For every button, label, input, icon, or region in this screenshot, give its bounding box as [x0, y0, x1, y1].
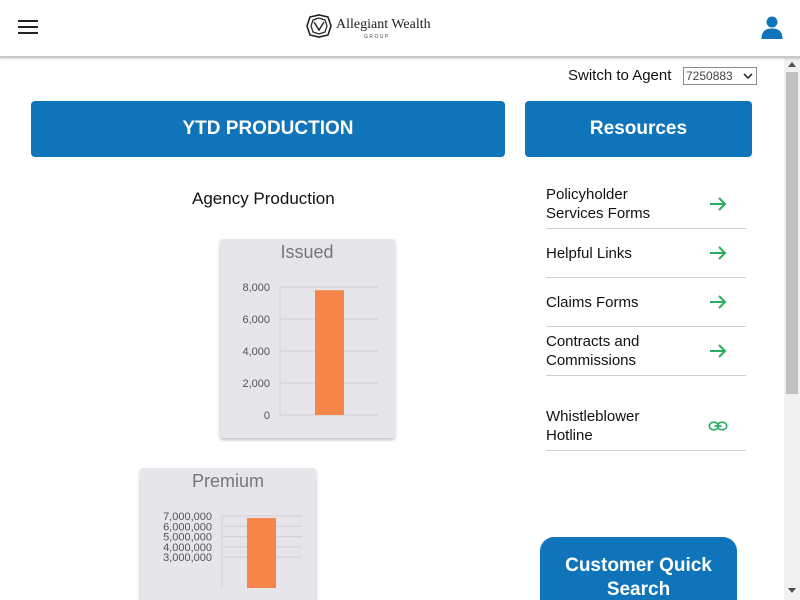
agent-select-value: 7250883: [686, 69, 733, 83]
logo-emblem-icon: [306, 14, 332, 38]
scroll-up-arrow-icon[interactable]: [788, 62, 796, 67]
resource-item-helpful-links[interactable]: Helpful Links: [546, 229, 746, 278]
page-scrollbar[interactable]: [784, 58, 800, 600]
ytd-production-header[interactable]: YTD PRODUCTION: [31, 101, 505, 157]
resource-item-label: Policyholder Services Forms: [546, 186, 651, 222]
switch-agent-label: Switch to Agent: [568, 67, 672, 84]
agent-select-dropdown[interactable]: 7250883: [683, 67, 757, 85]
chart-bar: [247, 518, 276, 588]
premium-chart-card: Premium 3,000,000 4,000,000 5,000,000 6,000,…: [140, 468, 316, 600]
resource-item-label: Helpful Links: [546, 245, 632, 262]
y-tick-label: 2,000: [242, 378, 270, 390]
y-tick-label: 5,000,000: [163, 532, 212, 544]
issued-chart: Issued 0 2,000 4,000 6,000 8,000: [242, 242, 378, 422]
customer-quick-search-button[interactable]: Customer Quick Search: [540, 537, 737, 600]
scrollbar-thumb[interactable]: [786, 72, 798, 394]
agency-production-title: Agency Production: [192, 189, 335, 208]
premium-chart: Premium 3,000,0004,000,0005,000,0006,000,…: [163, 471, 302, 588]
chart-bar: [315, 290, 344, 415]
resource-item-label: Whistleblower Hotline: [546, 408, 640, 444]
resource-item-whistleblower-hotline[interactable]: Whistleblower Hotline: [546, 376, 746, 451]
resource-item-contracts-commissions[interactable]: Contracts and Commissions: [546, 327, 746, 376]
scroll-down-arrow-icon[interactable]: [788, 588, 796, 593]
y-tick-label: 4,000,000: [163, 542, 212, 554]
arrow-right-icon: [710, 344, 727, 358]
resource-item-policyholder-forms[interactable]: Policyholder Services Forms: [546, 180, 746, 229]
user-account-icon[interactable]: [760, 15, 784, 39]
link-icon: [708, 421, 728, 431]
chevron-down-icon: [743, 73, 753, 80]
arrow-right-icon: [710, 295, 727, 309]
resource-item-claims-forms[interactable]: Claims Forms: [546, 278, 746, 327]
company-logo[interactable]: Allegiant Wealth GROUP: [306, 14, 431, 42]
resource-item-label: Contracts and Commissions: [546, 333, 640, 369]
y-tick-label: 3,000,000: [163, 552, 212, 564]
logo-text: Allegiant Wealth: [336, 17, 431, 32]
top-navigation-bar: Allegiant Wealth GROUP: [0, 0, 800, 58]
y-tick-label: 4,000: [242, 346, 270, 358]
issued-chart-card: Issued 0 2,000 4,000 6,000 8,000: [220, 239, 395, 438]
chart-title: Issued: [280, 242, 333, 262]
hamburger-menu-icon[interactable]: [18, 20, 38, 36]
arrow-right-icon: [710, 246, 727, 260]
chart-title: Premium: [192, 471, 264, 491]
y-tick-label: 8,000: [242, 282, 270, 294]
y-tick-label: 7,000,000: [163, 511, 212, 523]
y-tick-label: 0: [264, 410, 270, 422]
resource-item-label: Claims Forms: [546, 294, 639, 311]
y-tick-label: 6,000: [242, 314, 270, 326]
arrow-right-icon: [710, 197, 727, 211]
resources-header[interactable]: Resources: [525, 101, 752, 157]
y-tick-label: 6,000,000: [163, 521, 212, 533]
logo-subtext: GROUP: [364, 34, 390, 40]
